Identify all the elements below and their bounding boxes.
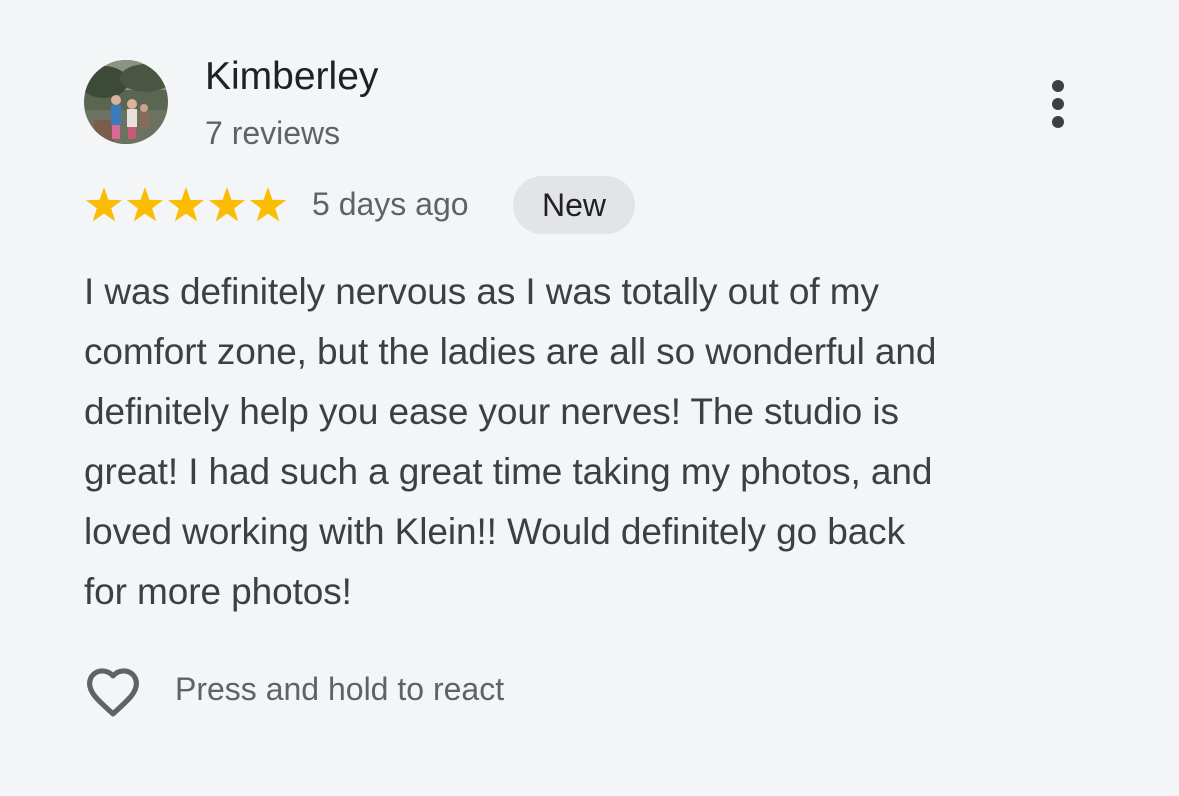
avatar[interactable] [84,60,168,144]
review-text-line: comfort zone, but the ladies are all so … [84,331,937,372]
star-icon [167,187,205,222]
new-badge: New [513,176,635,234]
reviewer-name[interactable]: Kimberley [205,55,378,99]
review-text-line: great! I had such a great time taking my… [84,451,933,492]
react-label: Press and hold to react [175,671,505,707]
review-count[interactable]: 7 reviews [205,115,340,152]
review-text-line: for more photos! [84,571,352,612]
review-text: I was definitely nervous as I was totall… [84,262,1094,622]
more-options-button[interactable] [1036,72,1080,136]
heart-outline-icon [80,658,146,724]
star-icon [208,187,246,222]
star-icon [85,187,123,222]
review-card: Kimberley 7 reviews 5 days ago New I was… [0,0,1179,796]
review-text-line: definitely help you ease your nerves! Th… [84,391,899,432]
review-text-line: loved working with Klein!! Would definit… [84,511,905,552]
avatar-photo-icon [84,60,168,144]
review-date: 5 days ago [312,186,469,222]
review-text-line: I was definitely nervous as I was totall… [84,271,879,312]
star-rating [84,185,289,225]
star-icon [126,187,164,222]
star-icon [249,187,287,222]
